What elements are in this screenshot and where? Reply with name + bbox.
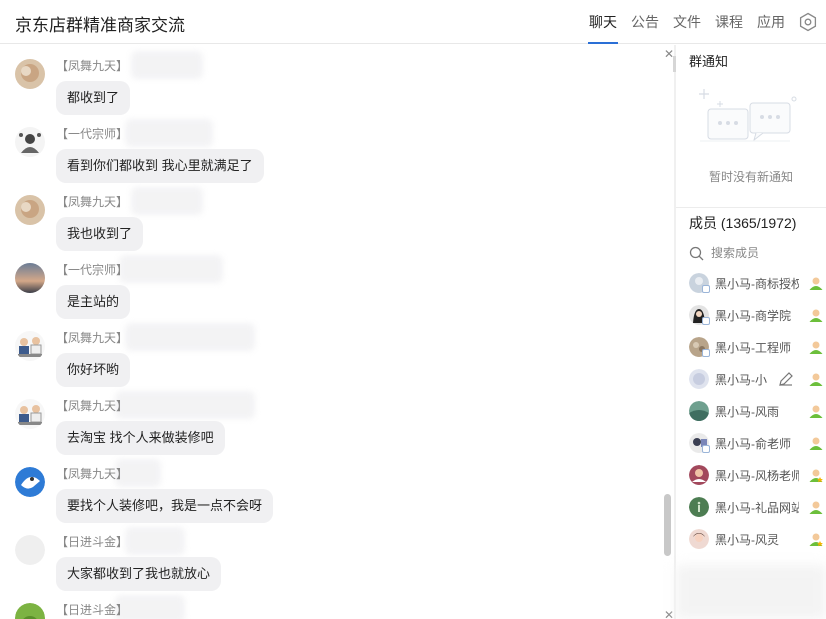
- message-bubble: 大家都收到了我也就放心: [56, 557, 222, 591]
- message-bubble: 我也收到了: [56, 217, 144, 251]
- blurred-nickname: [125, 527, 185, 555]
- chat-message-area[interactable]: 【凤舞九天】 都收到了 【一代宗师】 看到你们都收到 我心里就满足了 【凤舞九天…: [0, 45, 674, 619]
- avatar: [689, 529, 709, 549]
- blurred-nickname: [125, 323, 255, 351]
- empty-notice-illustration: [699, 89, 797, 142]
- avatar: [689, 465, 709, 485]
- device-badge-icon: [702, 445, 710, 453]
- group-title: 京东店群精准商家交流: [15, 16, 185, 35]
- avatar: [689, 497, 709, 517]
- tab-files[interactable]: 文件: [666, 0, 708, 44]
- member-name: 黑小马-商学院: [715, 309, 791, 323]
- sender-name: 【凤舞九天】: [56, 59, 129, 73]
- owner-role-icon: [809, 469, 823, 483]
- hexagon-gear-icon[interactable]: [798, 12, 818, 32]
- admin-role-icon: [809, 405, 823, 418]
- message-bubble: 都收到了: [56, 81, 131, 115]
- sender-name: 【凤舞九天】: [56, 195, 129, 209]
- member-item[interactable]: 黑小马-小: [689, 365, 826, 393]
- member-item[interactable]: 黑小马-礼品网站: [689, 493, 826, 521]
- sender-name: 【凤舞九天】: [56, 399, 129, 413]
- chat-header: 京东店群精准商家交流 聊天 公告 文件 课程 应用: [0, 0, 826, 44]
- member-name: 黑小马-礼品网站: [715, 501, 799, 515]
- sender-name: 【凤舞九天】: [56, 467, 129, 481]
- blurred-region: [676, 565, 826, 619]
- sender-name: 【一代宗师】: [56, 263, 129, 277]
- header-tabs: 聊天 公告 文件 课程 应用: [582, 0, 826, 44]
- admin-role-icon: [809, 373, 823, 386]
- notice-empty-text: 暂时没有新通知: [708, 170, 793, 184]
- avatar[interactable]: [15, 127, 45, 157]
- device-badge-icon: [702, 285, 710, 293]
- blurred-nickname: [125, 119, 213, 147]
- member-name: 黑小马-风杨老师: [715, 469, 799, 483]
- avatar[interactable]: [15, 535, 45, 565]
- avatar[interactable]: [15, 195, 45, 225]
- blurred-nickname: [131, 51, 203, 79]
- admin-role-icon: [809, 309, 823, 322]
- avatar: [689, 401, 709, 421]
- member-name: 黑小马-俞老师: [715, 437, 791, 451]
- message-bubble: 去淘宝 找个人来做装修吧: [56, 421, 225, 455]
- admin-role-icon: [809, 437, 823, 450]
- blurred-nickname: [115, 391, 255, 419]
- member-item[interactable]: 黑小马-风雨: [689, 397, 826, 425]
- member-item[interactable]: 黑小马-工程师: [689, 333, 826, 361]
- avatar[interactable]: [15, 399, 45, 429]
- chat-scrollbar[interactable]: [664, 494, 671, 556]
- sender-name: 【一代宗师】: [56, 127, 129, 141]
- tab-announcement[interactable]: 公告: [624, 0, 666, 44]
- avatar[interactable]: [15, 467, 45, 497]
- blurred-nickname: [119, 255, 223, 283]
- member-name: 黑小马-小: [715, 373, 767, 387]
- sender-name: 【日进斗金】: [56, 603, 129, 617]
- avatar[interactable]: [15, 59, 45, 89]
- admin-role-icon: [809, 501, 823, 514]
- message-bubble: 是主站的: [56, 285, 131, 319]
- member-item[interactable]: 黑小马-风杨老师: [689, 461, 826, 489]
- blurred-nickname: [131, 187, 203, 215]
- member-name: 黑小马-风雨: [715, 405, 779, 419]
- tab-courses[interactable]: 课程: [708, 0, 750, 44]
- member-name: 黑小马-工程师: [715, 341, 791, 355]
- close-icon[interactable]: ✕: [664, 608, 674, 619]
- member-search[interactable]: [689, 243, 819, 263]
- sender-name: 【日进斗金】: [56, 535, 129, 549]
- member-item[interactable]: 黑小马-商标授权: [689, 269, 826, 297]
- device-badge-icon: [702, 317, 710, 325]
- edit-icon[interactable]: [778, 371, 794, 387]
- avatar[interactable]: [15, 603, 45, 619]
- device-badge-icon: [702, 349, 710, 357]
- owner-role-icon: [809, 533, 823, 547]
- member-item[interactable]: 黑小马-风灵: [689, 525, 826, 553]
- members-count-title: 成员 (1365/1972): [689, 215, 797, 231]
- sender-name: 【凤舞九天】: [56, 331, 129, 345]
- avatar: [689, 369, 709, 389]
- member-name: 黑小马-风灵: [715, 533, 779, 547]
- search-icon: [689, 246, 704, 260]
- tab-apps[interactable]: 应用: [750, 0, 792, 44]
- message-bubble: 你好坏哟: [56, 353, 131, 387]
- message-bubble: 要找个人装修吧，我是一点不会呀: [56, 489, 274, 523]
- member-search-input[interactable]: [711, 246, 811, 260]
- member-name: 黑小马-商标授权: [715, 277, 799, 291]
- message-bubble: 看到你们都收到 我心里就满足了: [56, 149, 264, 183]
- admin-role-icon: [809, 341, 823, 354]
- member-item[interactable]: 黑小马-商学院: [689, 301, 826, 329]
- tab-chat[interactable]: 聊天: [582, 0, 624, 44]
- notice-title: 群通知: [689, 54, 729, 69]
- avatar[interactable]: [15, 331, 45, 361]
- admin-role-icon: [809, 277, 823, 290]
- avatar[interactable]: [15, 263, 45, 293]
- divider: [676, 207, 826, 208]
- member-item[interactable]: 黑小马-俞老师: [689, 429, 826, 457]
- group-sidebar: 群通知 暂时没有新通知 成员 (1365/1972) 黑小马-商标授权 黑小马-…: [676, 45, 826, 619]
